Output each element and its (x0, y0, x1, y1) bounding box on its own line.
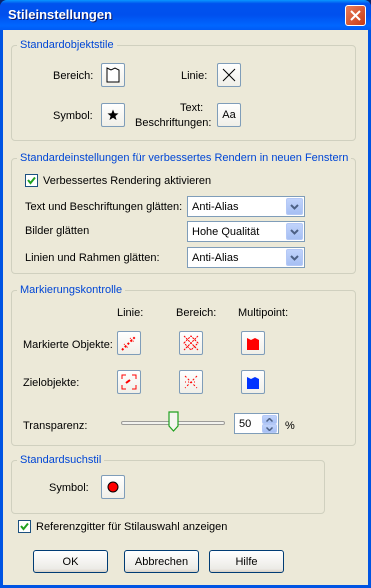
target-area-icon (184, 375, 198, 389)
symbol-label: Symbol: (53, 110, 93, 122)
text-style-button-label: Aa (222, 109, 236, 121)
target-area-style-button[interactable] (179, 370, 203, 394)
chevron-down-icon[interactable] (286, 249, 303, 266)
dialog-body: Standardobjektstile Bereich: Linie: Symb… (3, 30, 368, 585)
search-symbol-button[interactable] (101, 475, 125, 499)
marked-area-icon (183, 335, 199, 351)
transparency-value[interactable]: 50 (239, 418, 251, 430)
help-button-label: Hilfe (235, 555, 258, 568)
render-legend: Standardeinstellungen für verbessertes R… (17, 152, 352, 164)
check-icon (20, 522, 29, 531)
lines-smooth-value: Anti-Alias (192, 252, 239, 264)
enable-rendering-label: Verbessertes Rendering aktivieren (43, 175, 212, 187)
help-button[interactable]: Hilfe (209, 550, 284, 573)
enable-rendering-checkbox[interactable] (25, 174, 38, 187)
text-smooth-label: Text und Beschriftungen glätten: (25, 201, 183, 213)
close-icon (350, 10, 361, 21)
marked-line-style-button[interactable] (117, 331, 141, 355)
chevron-down-icon[interactable] (286, 223, 303, 240)
spin-up-button[interactable] (262, 415, 277, 424)
column-area-header: Bereich: (176, 307, 217, 319)
star-icon (107, 109, 119, 120)
search-symbol-label: Symbol: (49, 482, 89, 494)
area-style-button[interactable] (101, 63, 125, 87)
image-smooth-label: Bilder glätten (25, 225, 90, 237)
area-style-icon (106, 67, 120, 83)
target-multipoint-style-button[interactable] (241, 370, 265, 394)
line-label: Linie: (181, 70, 208, 82)
cancel-button-label: Abbrechen (134, 555, 189, 568)
red-dot-icon (107, 481, 119, 493)
text-style-button[interactable]: Aa (217, 103, 241, 127)
search-style-legend: Standardsuchstil (17, 454, 105, 466)
chevron-down-icon[interactable] (286, 198, 303, 215)
symbol-style-button[interactable] (101, 103, 125, 127)
dialog-window: Stileinstellungen Standardobjektstile Be… (0, 0, 371, 588)
ok-button[interactable]: OK (33, 550, 108, 573)
lines-smooth-label: Linien und Rahmen glätten: (25, 252, 160, 264)
marked-area-style-button[interactable] (179, 331, 203, 355)
title-bar[interactable]: Stileinstellungen (0, 0, 371, 30)
chevron-up-icon (266, 417, 273, 422)
close-button[interactable] (345, 5, 366, 26)
text-label-line1: Text: (180, 102, 204, 114)
text-label-line2: Beschriftungen: (135, 117, 212, 129)
lines-smooth-select[interactable]: Anti-Alias (187, 247, 305, 268)
transparency-unit: % (285, 420, 295, 432)
text-smooth-value: Anti-Alias (192, 201, 239, 213)
marker-legend: Markierungskontrolle (17, 284, 126, 296)
chevron-down-icon (266, 426, 273, 431)
slider-thumb-icon (167, 411, 179, 432)
check-icon (27, 176, 36, 185)
reference-grid-checkbox[interactable] (18, 520, 31, 533)
area-label: Bereich: (53, 70, 94, 82)
marked-multipoint-icon (247, 338, 259, 350)
image-smooth-select[interactable]: Hohe Qualität (187, 221, 305, 242)
target-line-style-button[interactable] (117, 370, 141, 394)
ok-button-label: OK (62, 555, 79, 568)
marked-objects-label: Markierte Objekte: (23, 339, 113, 351)
window-title: Stileinstellungen (8, 7, 113, 22)
transparency-spinner[interactable]: 50 (234, 413, 279, 434)
line-style-icon (222, 68, 236, 82)
image-smooth-value: Hohe Qualität (192, 226, 260, 238)
marked-line-icon (121, 335, 137, 351)
standard-styles-legend: Standardobjektstile (17, 39, 117, 51)
line-style-button[interactable] (217, 63, 241, 87)
target-multipoint-icon (247, 377, 259, 389)
column-multipoint-header: Multipoint: (238, 307, 289, 319)
cancel-button[interactable]: Abbrechen (124, 550, 199, 573)
spin-down-button[interactable] (262, 424, 277, 433)
text-smooth-select[interactable]: Anti-Alias (187, 196, 305, 217)
target-objects-label: Zielobjekte: (23, 377, 80, 389)
column-line-header: Linie: (117, 307, 144, 319)
marked-multipoint-style-button[interactable] (241, 331, 265, 355)
transparency-label: Transparenz: (23, 420, 88, 432)
transparency-slider-thumb[interactable] (167, 411, 179, 432)
reference-grid-label: Referenzgitter für Stilauswahl anzeigen (36, 521, 228, 533)
target-line-icon (121, 374, 137, 390)
